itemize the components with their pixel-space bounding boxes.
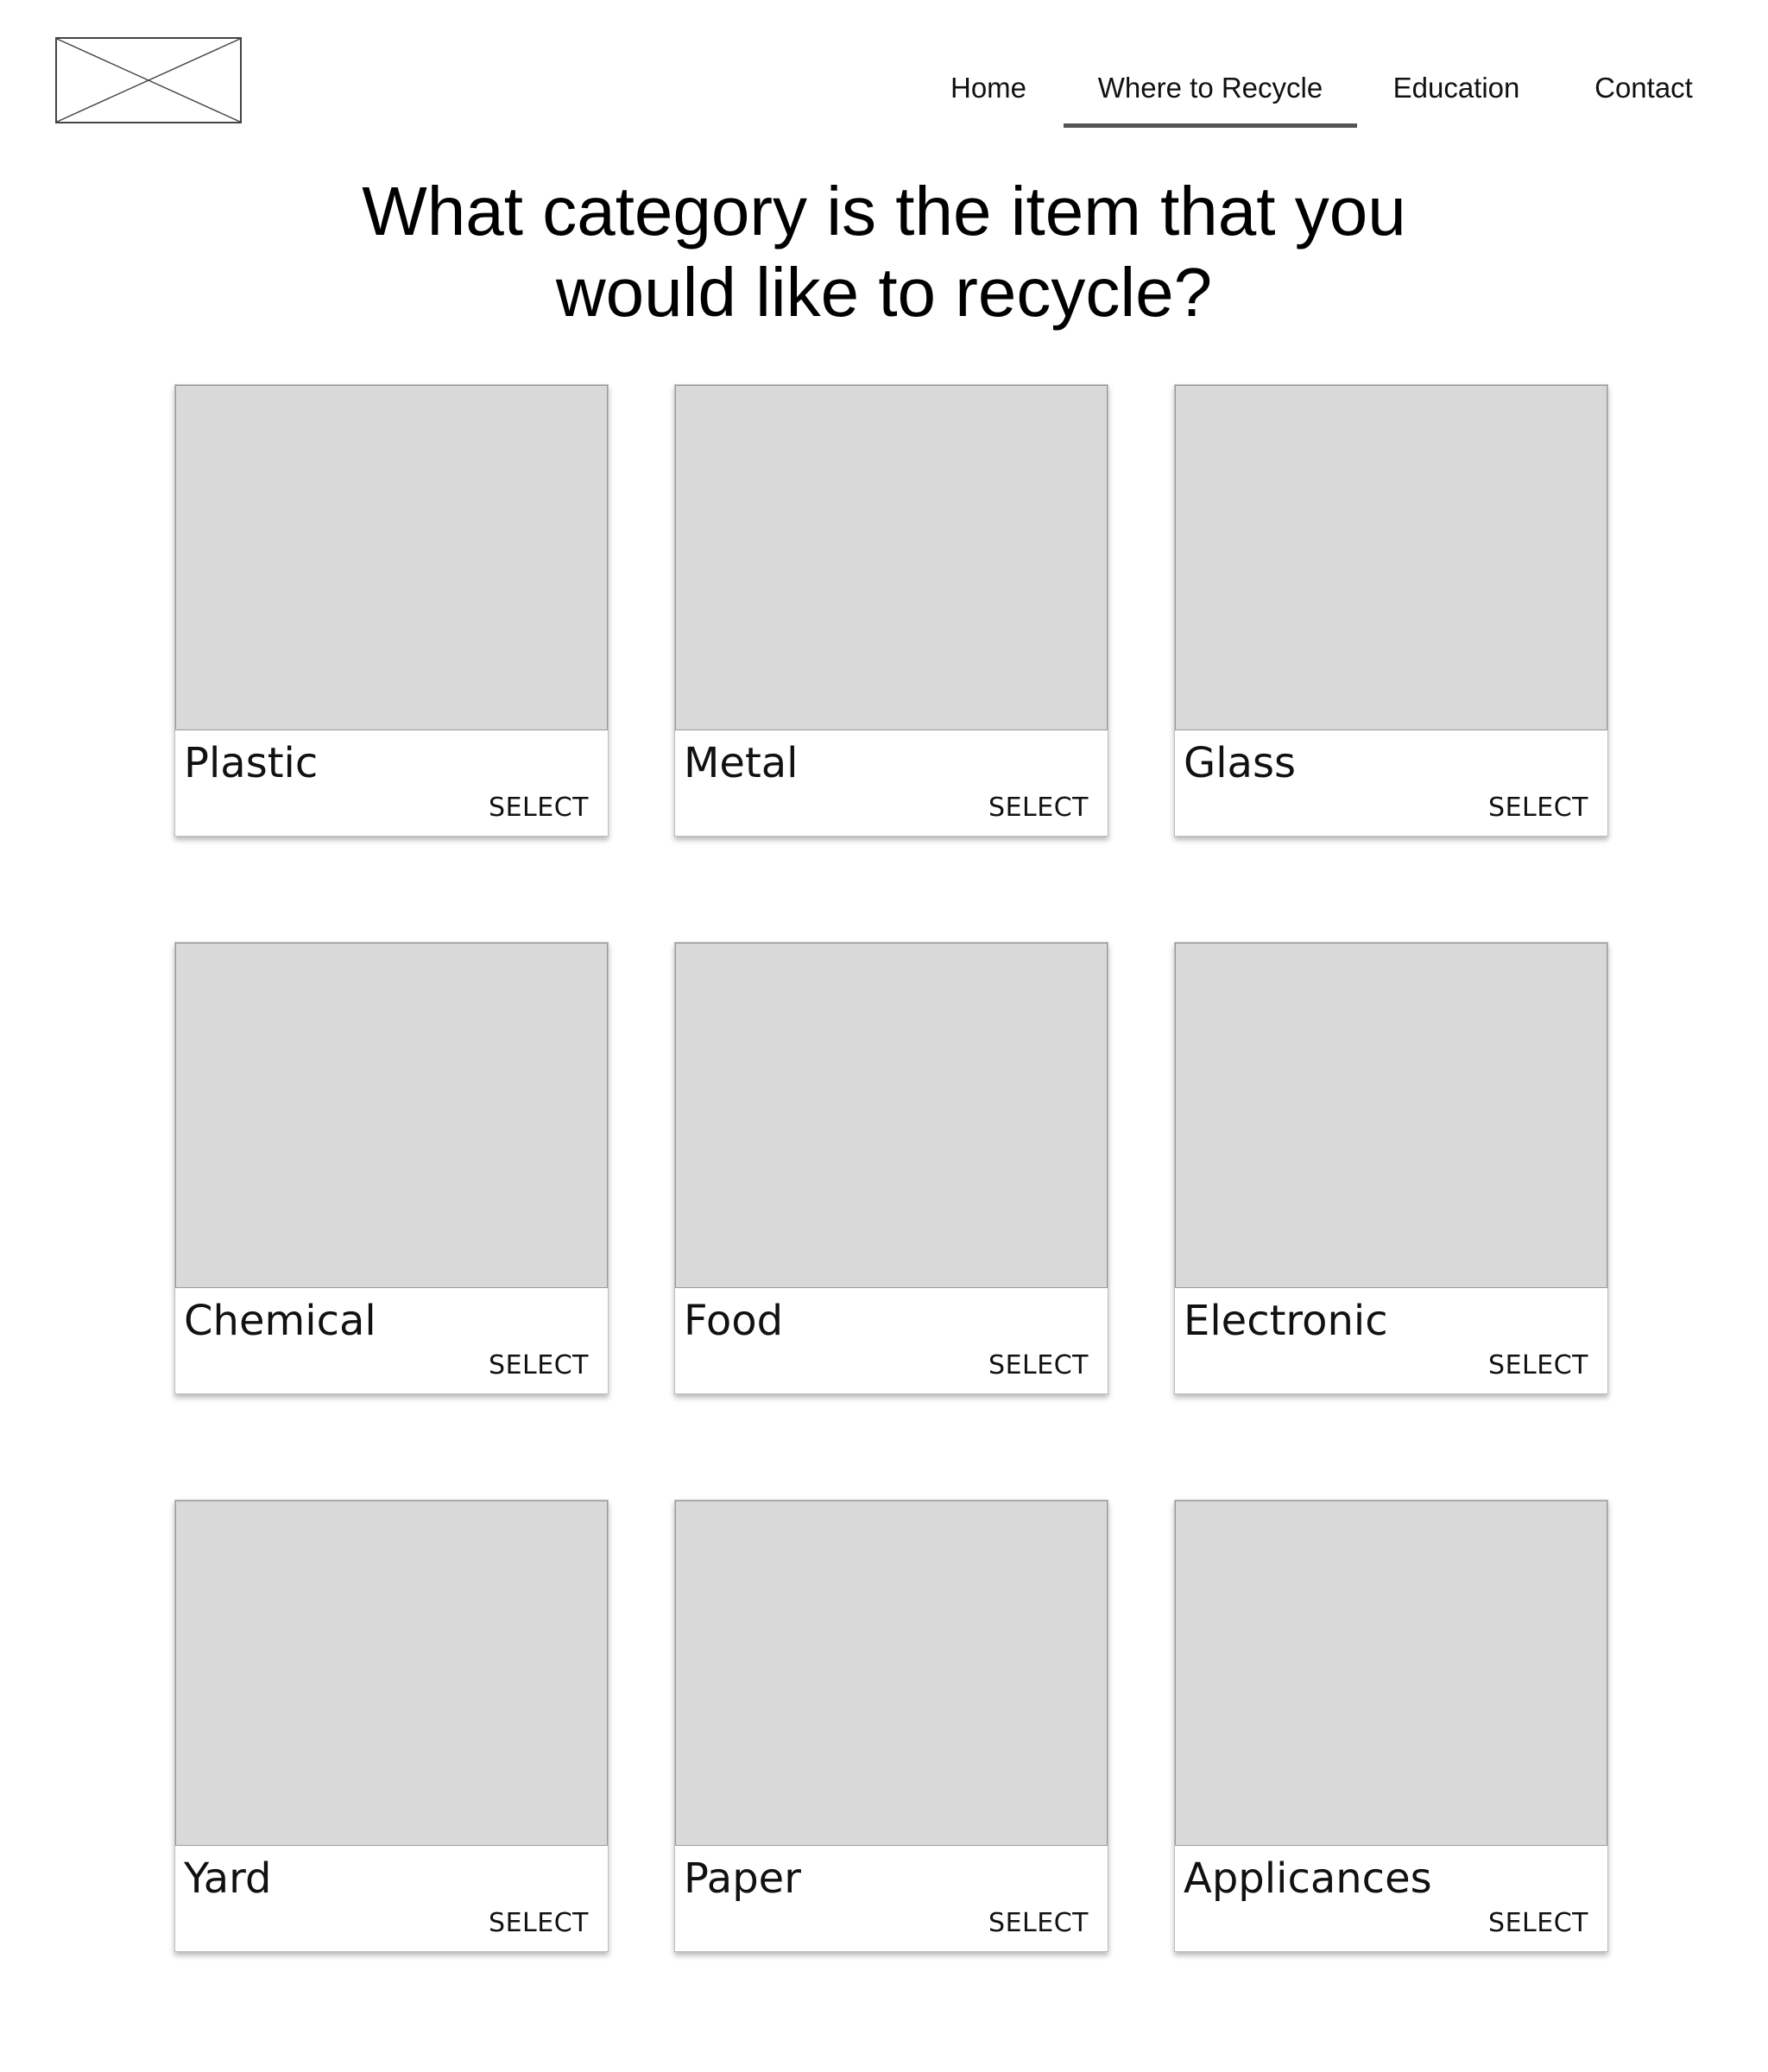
category-card-glass[interactable]: Glass SELECT [1174, 384, 1608, 837]
category-title: Glass [1184, 739, 1296, 787]
category-title: Metal [684, 739, 799, 787]
select-button[interactable]: SELECT [489, 1349, 589, 1383]
category-card-electronic[interactable]: Electronic SELECT [1174, 942, 1608, 1394]
select-button[interactable]: SELECT [1488, 1349, 1588, 1383]
category-card-food[interactable]: Food SELECT [674, 942, 1108, 1394]
category-card-yard[interactable]: Yard SELECT [174, 1500, 609, 1952]
category-image-placeholder [1175, 385, 1607, 730]
category-grid: Plastic SELECT Metal SELECT Glass SELECT… [0, 0, 1768, 2072]
select-button[interactable]: SELECT [988, 791, 1089, 825]
category-image-placeholder [175, 1500, 608, 1846]
category-image-placeholder [675, 385, 1108, 730]
category-card-metal[interactable]: Metal SELECT [674, 384, 1108, 837]
category-card-applicances[interactable]: Applicances SELECT [1174, 1500, 1608, 1952]
category-title: Applicances [1184, 1854, 1432, 1903]
category-card-paper[interactable]: Paper SELECT [674, 1500, 1108, 1952]
category-title: Food [684, 1297, 784, 1345]
select-button[interactable]: SELECT [1488, 1906, 1588, 1941]
select-button[interactable]: SELECT [1488, 791, 1588, 825]
category-image-placeholder [175, 943, 608, 1288]
category-title: Paper [684, 1854, 801, 1903]
select-button[interactable]: SELECT [988, 1349, 1089, 1383]
category-card-plastic[interactable]: Plastic SELECT [174, 384, 609, 837]
category-image-placeholder [1175, 943, 1607, 1288]
category-image-placeholder [1175, 1500, 1607, 1846]
select-button[interactable]: SELECT [489, 1906, 589, 1941]
page: Home Where to Recycle Education Contact … [0, 0, 1768, 2072]
category-image-placeholder [175, 385, 608, 730]
select-button[interactable]: SELECT [988, 1906, 1089, 1941]
category-title: Yard [184, 1854, 272, 1903]
category-image-placeholder [675, 1500, 1108, 1846]
select-button[interactable]: SELECT [489, 791, 589, 825]
category-card-chemical[interactable]: Chemical SELECT [174, 942, 609, 1394]
category-title: Electronic [1184, 1297, 1388, 1345]
category-title: Chemical [184, 1297, 376, 1345]
category-image-placeholder [675, 943, 1108, 1288]
category-title: Plastic [184, 739, 319, 787]
